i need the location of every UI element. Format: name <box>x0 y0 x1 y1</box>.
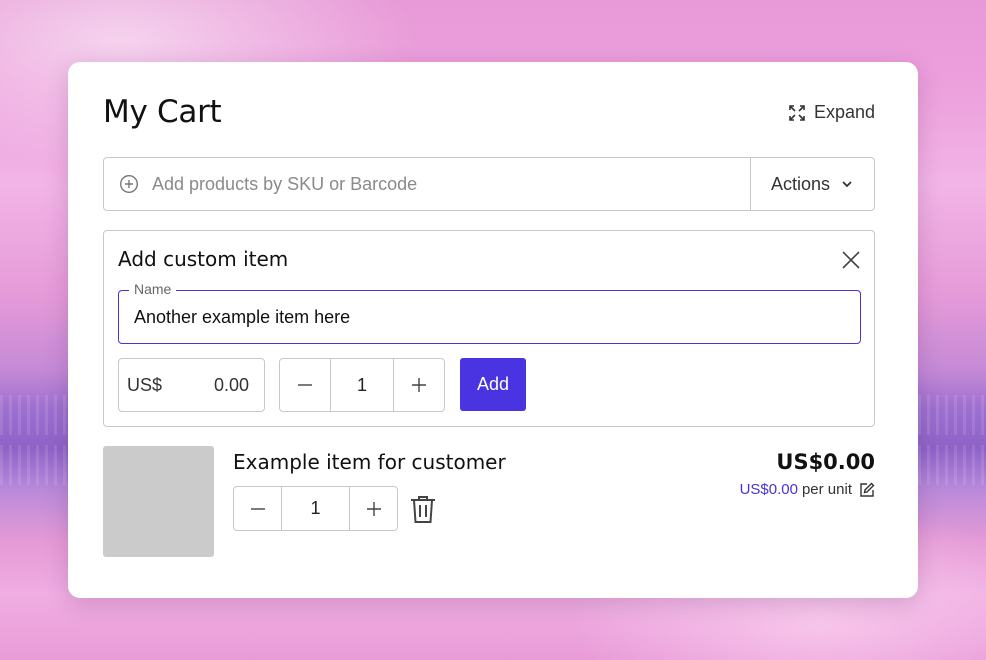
expand-label: Expand <box>813 102 875 122</box>
plus-icon <box>366 501 381 516</box>
decrement-button[interactable] <box>280 359 330 411</box>
trash-icon[interactable] <box>408 493 438 525</box>
price-value[interactable]: 0.00 <box>214 375 249 396</box>
custom-item-panel: Add custom item Name US$ 0.00 1 Add <box>103 230 875 427</box>
unit-price-link[interactable]: US$0.00 <box>740 481 798 498</box>
decrement-button[interactable] <box>234 487 281 530</box>
increment-button[interactable] <box>394 359 444 411</box>
quantity-value[interactable]: 1 <box>281 487 350 530</box>
minus-icon <box>250 507 265 510</box>
custom-item-title: Add custom item <box>118 247 289 271</box>
price-field[interactable]: US$ 0.00 <box>118 358 265 412</box>
add-button[interactable]: Add <box>460 358 526 411</box>
cart-title: My Cart <box>103 94 222 130</box>
increment-button[interactable] <box>350 487 397 530</box>
sku-search-bar: Actions <box>103 157 875 211</box>
edit-icon[interactable] <box>859 482 875 498</box>
expand-button[interactable]: Expand <box>788 102 875 123</box>
unit-suffix: per unit <box>801 481 852 498</box>
add-circle-icon <box>119 174 139 194</box>
cart-line-item: Example item for customer 1 US$0.00 US$0… <box>103 445 875 557</box>
product-thumbnail <box>103 446 214 557</box>
close-icon[interactable] <box>840 249 862 271</box>
line-item-total: US$0.00 <box>776 450 875 474</box>
currency-prefix: US$ <box>127 374 163 395</box>
expand-icon <box>789 104 805 121</box>
actions-label: Actions <box>770 173 831 194</box>
minus-icon <box>298 384 312 386</box>
name-field-label: Name <box>129 281 177 297</box>
name-input[interactable] <box>134 306 845 328</box>
quantity-value[interactable]: 1 <box>330 359 394 411</box>
sku-search-input[interactable] <box>152 173 712 195</box>
line-item-name: Example item for customer <box>233 450 506 474</box>
name-field[interactable]: Name <box>118 281 861 344</box>
chevron-down-icon <box>842 181 852 188</box>
plus-icon <box>412 378 426 392</box>
custom-quantity-stepper: 1 <box>279 358 445 412</box>
line-quantity-stepper: 1 <box>233 486 398 531</box>
unit-price-row: US$0.00 per unit <box>740 481 875 498</box>
cart-card: My Cart Expand Actions Add custom item <box>68 62 918 598</box>
actions-dropdown[interactable]: Actions <box>750 158 874 210</box>
sku-search-field[interactable] <box>104 158 750 210</box>
